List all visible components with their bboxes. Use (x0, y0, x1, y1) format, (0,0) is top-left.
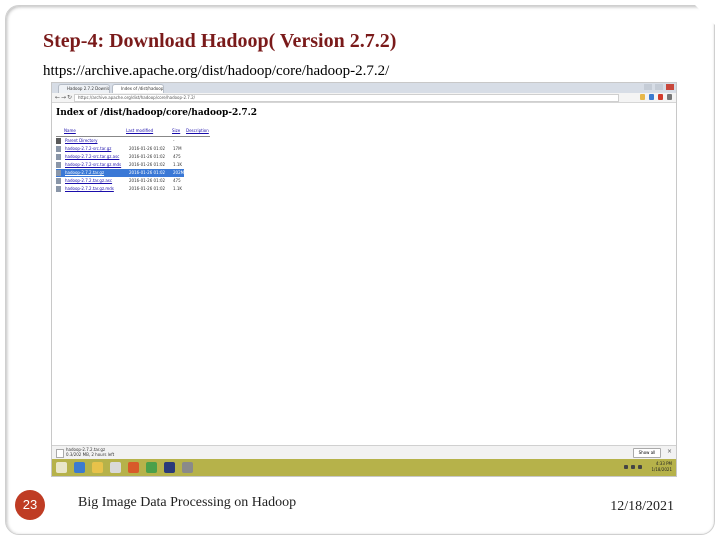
table-row[interactable]: hadoop-2.7.2-src.tar.gz 2016-01-26 01:02 1… (56, 145, 184, 153)
back-arrow-icon[interactable]: ← (55, 94, 60, 101)
network-icon[interactable] (624, 465, 628, 469)
download-status: 0.3/202 MB, 2 hours left (66, 451, 115, 457)
file-date: 2016-01-26 01:02 (129, 154, 166, 159)
file-icon (56, 162, 61, 168)
footer-date: 12/18/2021 (610, 499, 674, 514)
maximize-button[interactable] (655, 84, 663, 90)
page-content: Index of /dist/hadoop/core/hadoop-2.7.2 … (52, 103, 676, 193)
app-icon[interactable] (110, 462, 121, 473)
extension-icon-2[interactable] (658, 94, 663, 100)
listing-heading: Index of /dist/hadoop/core/hadoop-2.7.2 (56, 108, 258, 118)
file-icon (56, 186, 61, 192)
star-icon[interactable] (640, 94, 645, 100)
flag-icon[interactable] (638, 465, 642, 469)
listing-columns: Name Last modified Size Description (56, 128, 676, 133)
column-last-modified[interactable]: Last modified (126, 128, 172, 133)
download-bar: hadoop-2.7.2.tar.gz 0.3/202 MB, 2 hours … (52, 445, 676, 459)
table-row[interactable]: hadoop-2.7.2-src.tar.gz.mds 2016-01-26 01… (56, 161, 184, 169)
show-all-button[interactable]: Show all (633, 448, 661, 458)
folder-icon[interactable] (92, 462, 103, 473)
file-size: 17M (173, 146, 182, 151)
browser-toolbar: ← → ↻ https://archive.apache.org/dist/ha… (52, 93, 676, 103)
reload-icon[interactable]: ↻ (67, 94, 72, 101)
system-tray (624, 465, 642, 469)
file-date: 2016-01-26 01:02 (129, 186, 166, 191)
column-size[interactable]: Size (172, 128, 186, 133)
file-link[interactable]: hadoop-2.7.2-src.tar.gz.mds (65, 161, 121, 169)
file-date: 2016-01-26 01:02 (129, 146, 166, 151)
file-size: 202M (173, 170, 185, 175)
file-icon (56, 154, 61, 160)
volume-icon[interactable] (631, 465, 635, 469)
tab-bar: Hadoop 2.7.2 Download Index of /dist/had… (52, 83, 676, 93)
file-link[interactable]: hadoop-2.7.2.tar.gz.asc (65, 177, 112, 185)
photoshop-icon[interactable] (164, 462, 175, 473)
file-size: 1.1K (173, 186, 182, 191)
file-size: 475 (173, 178, 181, 183)
page-number: 23 (15, 490, 45, 520)
file-icon (56, 146, 61, 152)
file-link[interactable]: hadoop-2.7.2-src.tar.gz.asc (65, 153, 119, 161)
file-size: 475 (173, 154, 181, 159)
file-icon (56, 178, 61, 184)
address-bar[interactable]: https://archive.apache.org/dist/hadoop/c… (74, 94, 619, 102)
table-row[interactable]: hadoop-2.7.2.tar.gz 2016-01-26 01:02 202M (56, 169, 184, 177)
table-row[interactable]: hadoop-2.7.2.tar.gz.asc 2016-01-26 01:02 4… (56, 177, 184, 185)
tab-hadoop-download[interactable]: Hadoop 2.7.2 Download (58, 84, 110, 93)
file-size: - (173, 138, 175, 143)
slide-corner (694, 4, 716, 26)
minimize-button[interactable] (644, 84, 652, 90)
toolbar-extensions (640, 94, 672, 100)
file-link[interactable]: hadoop-2.7.2.tar.gz.mds (65, 185, 114, 193)
file-icon (56, 449, 64, 458)
file-link[interactable]: hadoop-2.7.2.tar.gz (65, 169, 104, 177)
menu-icon[interactable] (667, 94, 672, 100)
windows-taskbar: 4:33 PM 1/18/2021 (52, 459, 676, 476)
listing-rows: Parent Directory - hadoop-2.7.2-src.tar.gz… (56, 137, 676, 193)
file-date: 2016-01-26 01:02 (129, 170, 166, 175)
folder-icon (56, 138, 61, 144)
table-row[interactable]: hadoop-2.7.2.tar.gz.mds 2016-01-26 01:02 1… (56, 185, 184, 193)
windows-start-icon[interactable] (56, 462, 67, 473)
chrome-icon[interactable] (146, 462, 157, 473)
window-controls (644, 84, 674, 90)
ie-icon[interactable] (74, 462, 85, 473)
table-row[interactable]: hadoop-2.7.2-src.tar.gz.asc 2016-01-26 01… (56, 153, 184, 161)
app-icon-2[interactable] (182, 462, 193, 473)
forward-arrow-icon[interactable]: → (61, 94, 66, 101)
taskbar-clock[interactable]: 4:33 PM 1/18/2021 (651, 461, 672, 473)
table-row[interactable]: Parent Directory - (56, 137, 184, 145)
column-description[interactable]: Description (186, 128, 209, 133)
slide-url: https://archive.apache.org/dist/hadoop/c… (43, 63, 390, 79)
column-name[interactable]: Name (64, 128, 126, 133)
file-date: 2016-01-26 01:02 (129, 162, 166, 167)
file-link[interactable]: Parent Directory (65, 137, 98, 145)
download-item[interactable]: hadoop-2.7.2.tar.gz 0.3/202 MB, 2 hours … (56, 447, 126, 458)
clock-date: 1/18/2021 (651, 467, 672, 472)
file-size: 1.1K (173, 162, 182, 167)
firefox-icon[interactable] (128, 462, 139, 473)
slide-title: Step-4: Download Hadoop( Version 2.7.2) (43, 30, 397, 52)
file-link[interactable]: hadoop-2.7.2-src.tar.gz (65, 145, 111, 153)
file-icon (56, 170, 61, 176)
extension-icon[interactable] (649, 94, 654, 100)
footer-text: Big Image Data Processing on Hadoop (78, 495, 297, 510)
tab-index[interactable]: Index of /dist/hadoop (112, 84, 164, 93)
file-date: 2016-01-26 01:02 (129, 178, 166, 183)
close-icon[interactable]: × (667, 448, 672, 456)
browser-screenshot: Hadoop 2.7.2 Download Index of /dist/had… (51, 82, 677, 477)
clock-time: 4:33 PM (655, 461, 672, 466)
close-button[interactable] (666, 84, 674, 90)
